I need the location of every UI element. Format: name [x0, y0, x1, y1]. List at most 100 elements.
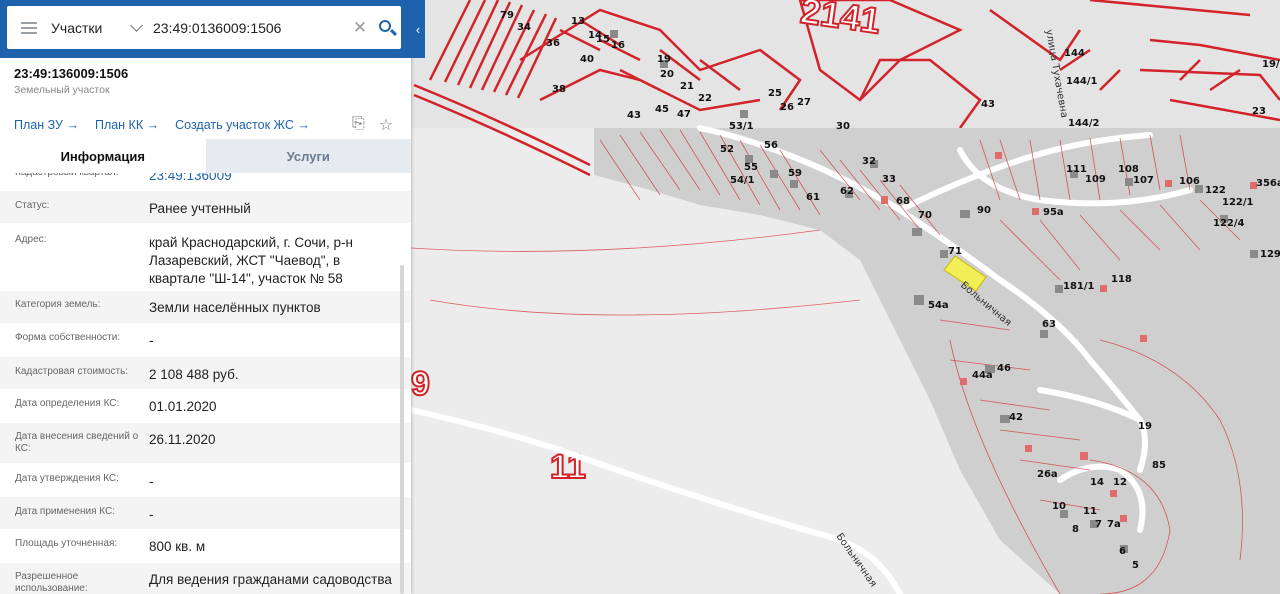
parcel-number-label: 7	[1095, 519, 1102, 530]
list-item: Дата применения КС: -	[0, 497, 411, 529]
parcel-number-label: 20	[660, 69, 674, 80]
plan-kk-link[interactable]: План КК →	[95, 118, 159, 132]
attr-value: 26.11.2020	[149, 432, 216, 447]
parcel-number-label: 62	[840, 186, 854, 197]
parcel-number-label: 356a	[1256, 178, 1280, 189]
parcel-number-label: 32	[862, 156, 876, 167]
parcel-number-label: 19	[657, 54, 671, 65]
parcel-number-label: 27	[797, 97, 811, 108]
create-parcel-link[interactable]: Создать участок ЖС →	[175, 118, 310, 132]
plan-zu-link[interactable]: План ЗУ →	[14, 118, 79, 132]
parcel-number-label: 144	[1064, 48, 1085, 59]
attr-label: Дата применения КС:	[15, 506, 116, 517]
menu-icon[interactable]	[7, 6, 51, 49]
list-item: Форма собственности: -	[0, 323, 411, 357]
layer-select[interactable]: Участки	[51, 18, 147, 36]
attr-label: Форма собственности:	[15, 332, 121, 343]
list-item: Статус: Ранее учтенный	[0, 191, 411, 223]
parcel-number-label: 42	[1009, 412, 1023, 423]
clear-icon[interactable]: ✕	[349, 18, 371, 38]
parcel-number-label: 38	[552, 84, 566, 95]
parcel-number-label: 45	[655, 104, 669, 115]
parcel-number-label: 71	[948, 246, 962, 257]
parcel-number-label: 14	[1090, 477, 1104, 488]
parcel-number-label: 107	[1133, 175, 1154, 186]
attr-value: Земли населённых пунктов	[149, 300, 321, 315]
parcel-number-label: 13	[571, 16, 585, 27]
scrollbar[interactable]	[400, 265, 404, 594]
plan-kk-label: План КК	[94, 118, 144, 132]
create-parcel-label: Создать участок ЖС	[175, 118, 294, 132]
arrow-right-icon: →	[297, 118, 310, 132]
chevron-down-icon	[130, 18, 143, 32]
parcel-number-label: 8	[1072, 524, 1079, 535]
parcel-number-label: 95a	[1043, 207, 1064, 218]
parcel-number-label: 43	[981, 99, 995, 110]
parcel-number-label: 44a	[972, 370, 993, 381]
star-icon[interactable]: ☆	[379, 115, 393, 135]
attr-label: Дата утверждения КС:	[15, 473, 119, 484]
attribute-list: Кадастровый квартал: 23:49:136009 Статус…	[0, 173, 411, 594]
parcel-number-label: 21	[680, 81, 694, 92]
parcel-number-label: 6	[1119, 546, 1126, 557]
attr-value: -	[149, 507, 154, 522]
list-item: Разрешенное использование: Для ведения г…	[0, 563, 411, 594]
attr-label: Дата определения КС:	[15, 398, 120, 409]
parcel-number-label: 19/	[1262, 59, 1280, 70]
parcel-number-label: 5	[1132, 560, 1139, 571]
parcel-number-label: 61	[806, 192, 820, 203]
attr-value: Ранее учтенный	[149, 201, 251, 216]
plan-zu-label: План ЗУ	[14, 118, 63, 132]
svg-text:9: 9	[411, 365, 430, 403]
attr-label: Дата внесения сведений о КС:	[15, 431, 139, 454]
attr-value: Для ведения гражданами садоводства и ого…	[149, 572, 392, 594]
parcel-number-label: 111	[1066, 164, 1087, 175]
list-item: Кадастровый квартал: 23:49:136009	[0, 173, 411, 189]
attr-value: 01.01.2020	[149, 399, 217, 414]
tab-services[interactable]: Услуги	[205, 139, 411, 173]
list-item: Категория земель: Земли населённых пункт…	[0, 291, 411, 323]
parcel-number-label: 85	[1152, 460, 1166, 471]
parcel-number-label: 63	[1042, 319, 1056, 330]
attr-value: край Краснодарский, г. Сочи, р-н Лазарев…	[149, 235, 353, 286]
attr-value: -	[149, 474, 154, 489]
parcel-number-label: 10	[1052, 501, 1066, 512]
object-type: Земельный участок	[14, 84, 110, 96]
attr-value-link[interactable]: 23:49:136009	[149, 173, 399, 189]
parcel-number-label: 40	[580, 54, 594, 65]
document-search-icon[interactable]: ⎘	[352, 115, 365, 135]
search-input[interactable]: 23:49:0136009:1506	[147, 20, 349, 36]
parcel-number-label: 109	[1085, 174, 1106, 185]
parcel-number-label: 54a	[928, 300, 949, 311]
parcel-number-label: 43	[627, 110, 641, 121]
list-item: Дата внесения сведений о КС: 26.11.2020	[0, 423, 411, 463]
attr-label: Статус:	[15, 200, 50, 211]
parcel-number-label: 16	[611, 40, 625, 51]
collapse-panel-button[interactable]: ‹	[411, 0, 425, 58]
parcel-number-label: 54/1	[730, 175, 755, 186]
search-icon[interactable]	[371, 13, 401, 43]
parcel-number-label: 47	[677, 109, 691, 120]
parcel-number-label: 118	[1111, 274, 1132, 285]
list-item: Площадь уточненная: 800 кв. м	[0, 529, 411, 563]
parcel-number-label: 22	[698, 93, 712, 104]
attr-value: -	[149, 333, 154, 348]
parcel-number-label: 59	[788, 168, 802, 179]
action-links: План ЗУ → План КК → Создать участок ЖС →	[14, 118, 310, 132]
parcel-number-label: 33	[882, 174, 896, 185]
parcel-number-label: 70	[918, 210, 932, 221]
parcel-number-label: 7a	[1107, 519, 1121, 530]
search-bar: Участки 23:49:0136009:1506 ✕	[0, 0, 411, 58]
parcel-number-label: 46	[997, 363, 1011, 374]
tab-info[interactable]: Информация	[0, 139, 206, 173]
parcel-number-label: 15	[596, 34, 610, 45]
info-panel: Участки 23:49:0136009:1506 ✕ 23:49:13600…	[0, 0, 411, 594]
parcel-number-label: 90	[977, 205, 991, 216]
object-title: 23:49:136009:1506	[14, 66, 129, 81]
parcel-number-label: 122	[1205, 185, 1226, 196]
parcel-number-label: 26a	[1037, 469, 1058, 480]
list-item: Дата утверждения КС: -	[0, 463, 411, 497]
parcel-number-label: 12	[1113, 477, 1127, 488]
parcel-number-label: 68	[896, 196, 910, 207]
action-icons: ⎘ ☆	[352, 115, 393, 135]
